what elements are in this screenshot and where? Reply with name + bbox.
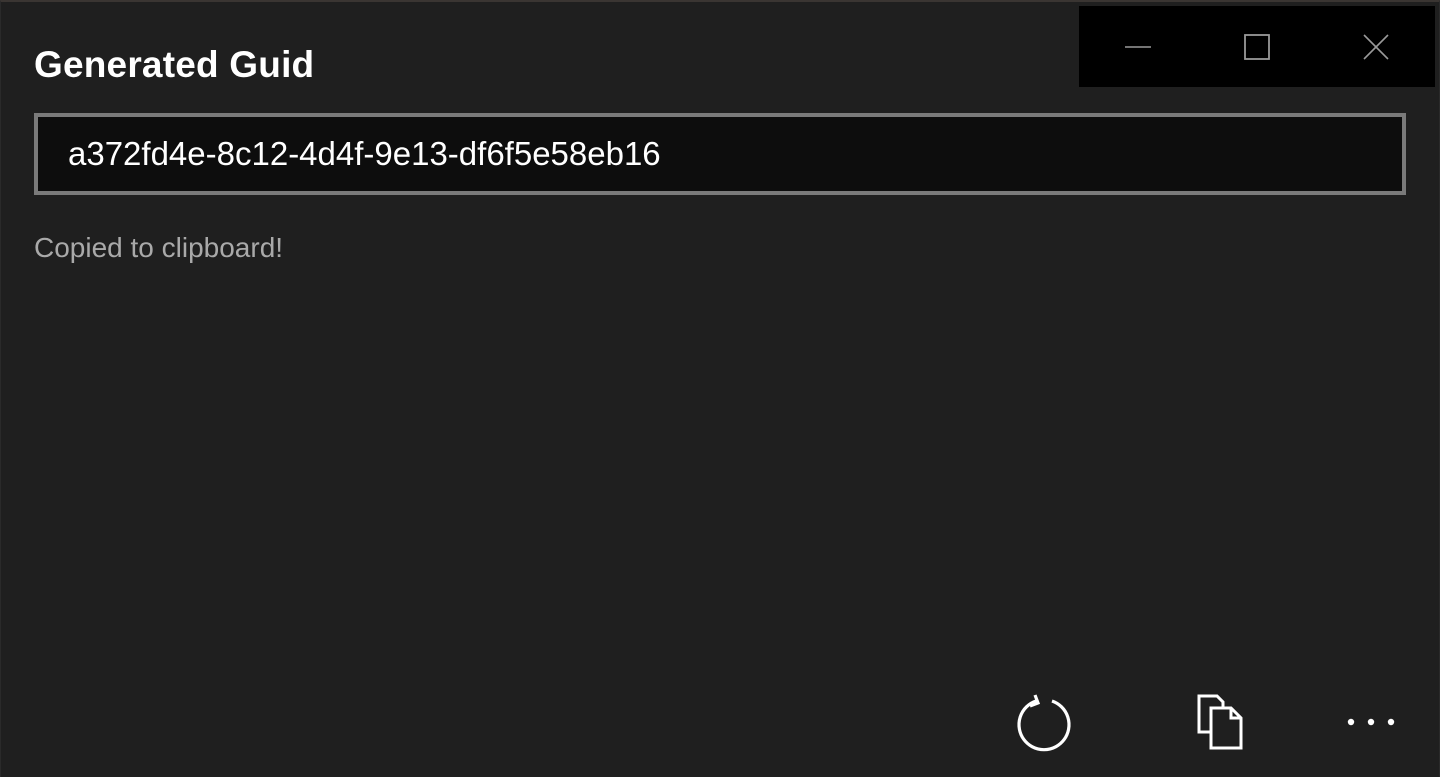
minimize-icon [1125,45,1152,48]
status-message: Copied to clipboard! [34,232,284,263]
copy-button[interactable] [1191,689,1251,755]
page-title: Generated Guid [34,44,315,85]
maximize-icon [1244,33,1270,60]
refresh-icon [1017,694,1071,752]
close-icon [1363,33,1389,60]
command-bar [955,659,1439,777]
app-window: Generated Guid Copied to clipboard! [0,0,1440,777]
minimize-button[interactable] [1079,6,1198,87]
copy-icon [1197,694,1243,750]
maximize-button[interactable] [1198,6,1317,87]
more-button[interactable] [1341,689,1401,755]
refresh-button[interactable] [1011,689,1077,755]
guid-field-container [34,113,1406,195]
guid-input[interactable] [68,135,1402,173]
close-button[interactable] [1316,6,1435,87]
more-icon [1347,718,1395,726]
caption-buttons [1079,6,1435,87]
